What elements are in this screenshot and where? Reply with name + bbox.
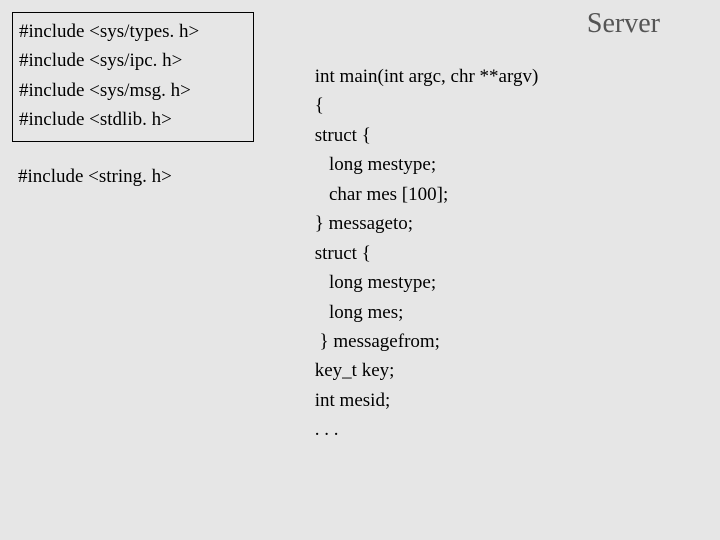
slide: Server #include <sys/types. h> #include … — [0, 0, 720, 540]
include-line: #include <sys/msg. h> — [19, 76, 247, 105]
include-line: #include <stdlib. h> — [19, 105, 247, 134]
include-line: #include <sys/types. h> — [19, 17, 247, 46]
includes-box: #include <sys/types. h> #include <sys/ip… — [12, 12, 254, 142]
slide-title: Server — [587, 8, 660, 40]
include-line-extra: #include <string. h> — [18, 166, 172, 188]
code-block: int main(int argc, chr **argv) { struct … — [310, 62, 538, 445]
include-line: #include <sys/ipc. h> — [19, 46, 247, 75]
